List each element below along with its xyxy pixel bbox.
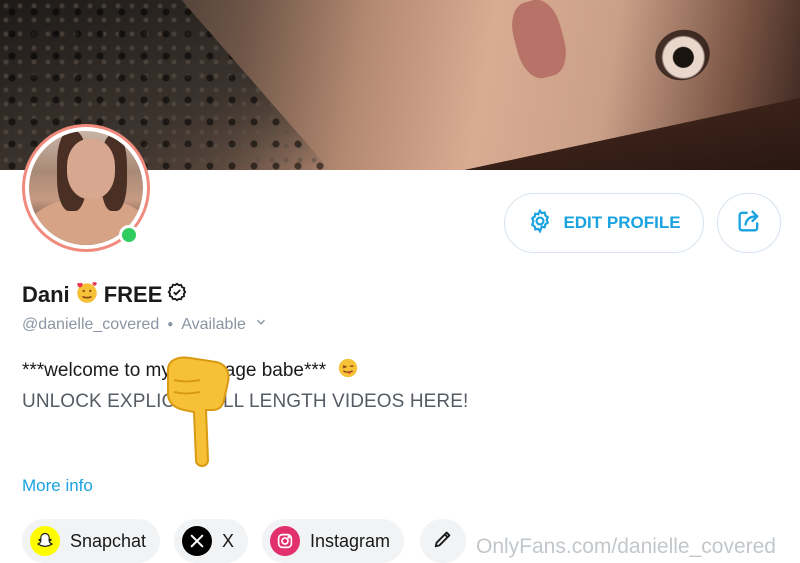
online-status-indicator bbox=[119, 225, 139, 245]
edit-links-button[interactable] bbox=[420, 519, 466, 563]
x-label: X bbox=[222, 530, 235, 551]
availability-status[interactable]: Available bbox=[181, 316, 246, 334]
chevron-down-icon[interactable] bbox=[254, 315, 268, 334]
name-suffix: FREE bbox=[103, 282, 163, 307]
verified-badge-icon bbox=[166, 281, 188, 309]
edit-profile-button[interactable]: EDIT PROFILE bbox=[504, 193, 704, 253]
display-name: Dani bbox=[22, 282, 70, 307]
x-link[interactable]: X bbox=[174, 519, 249, 563]
x-icon bbox=[182, 526, 212, 556]
profile-name: Dani FREE bbox=[22, 279, 188, 311]
instagram-icon bbox=[270, 526, 300, 556]
instagram-label: Instagram bbox=[310, 530, 391, 551]
tongue-wink-emoji-icon bbox=[337, 357, 359, 385]
snapchat-icon bbox=[30, 526, 60, 556]
smiling-hearts-emoji-icon bbox=[74, 279, 100, 311]
pencil-icon bbox=[432, 528, 454, 555]
snapchat-link[interactable]: Snapchat bbox=[22, 519, 161, 563]
share-icon bbox=[735, 207, 763, 240]
gear-icon bbox=[527, 208, 553, 239]
more-info-link[interactable]: More info bbox=[22, 476, 93, 496]
snapchat-label: Snapchat bbox=[70, 530, 147, 551]
share-button[interactable] bbox=[717, 193, 781, 253]
watermark-text: OnlyFans.com/danielle_covered bbox=[476, 535, 776, 558]
bio-line-2: UNLOCK EXPLICIT FULL LENGTH VIDEOS HERE! bbox=[22, 391, 469, 412]
pointing-down-hand-icon bbox=[160, 350, 240, 470]
separator-dot: ● bbox=[167, 319, 174, 330]
handle-row: @danielle_covered ● Available bbox=[22, 315, 268, 334]
instagram-link[interactable]: Instagram bbox=[262, 519, 405, 563]
handle: @danielle_covered bbox=[22, 315, 160, 333]
edit-profile-label: EDIT PROFILE bbox=[563, 213, 681, 232]
